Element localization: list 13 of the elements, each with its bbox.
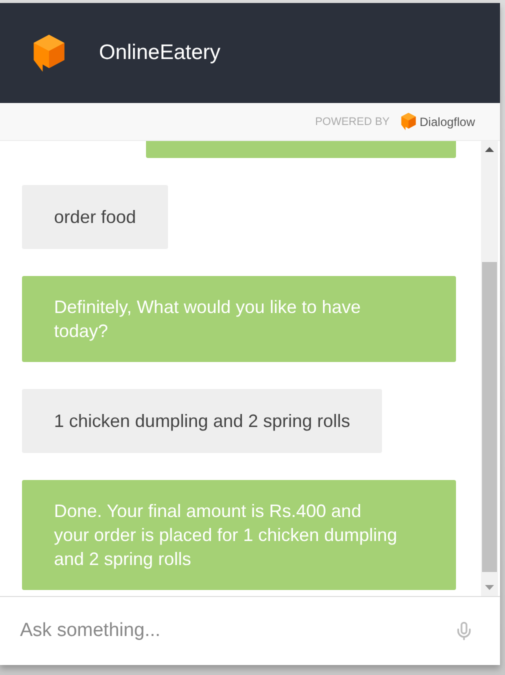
bot-message: Definitely, What would you like to have today? [22, 276, 456, 362]
scroll-up-arrow-icon[interactable] [485, 147, 494, 152]
brand-logo-icon [400, 112, 417, 131]
message-input[interactable]: Ask something... [18, 619, 454, 643]
bot-title: OnlineEatery [99, 41, 220, 65]
user-message: order food [22, 185, 168, 249]
scrollbar[interactable] [481, 141, 498, 596]
powered-by-label: POWERED BY [315, 116, 390, 128]
brand-name: Dialogflow [420, 114, 475, 128]
logo-icon [31, 33, 67, 73]
user-message: 1 chicken dumpling and 2 spring rolls [22, 389, 382, 453]
scroll-down-arrow-icon[interactable] [485, 585, 494, 590]
bot-message: Done. Your final amount is Rs.400 and your order is placed for 1 chicken dumpling and 2 spring rolls [22, 480, 456, 590]
